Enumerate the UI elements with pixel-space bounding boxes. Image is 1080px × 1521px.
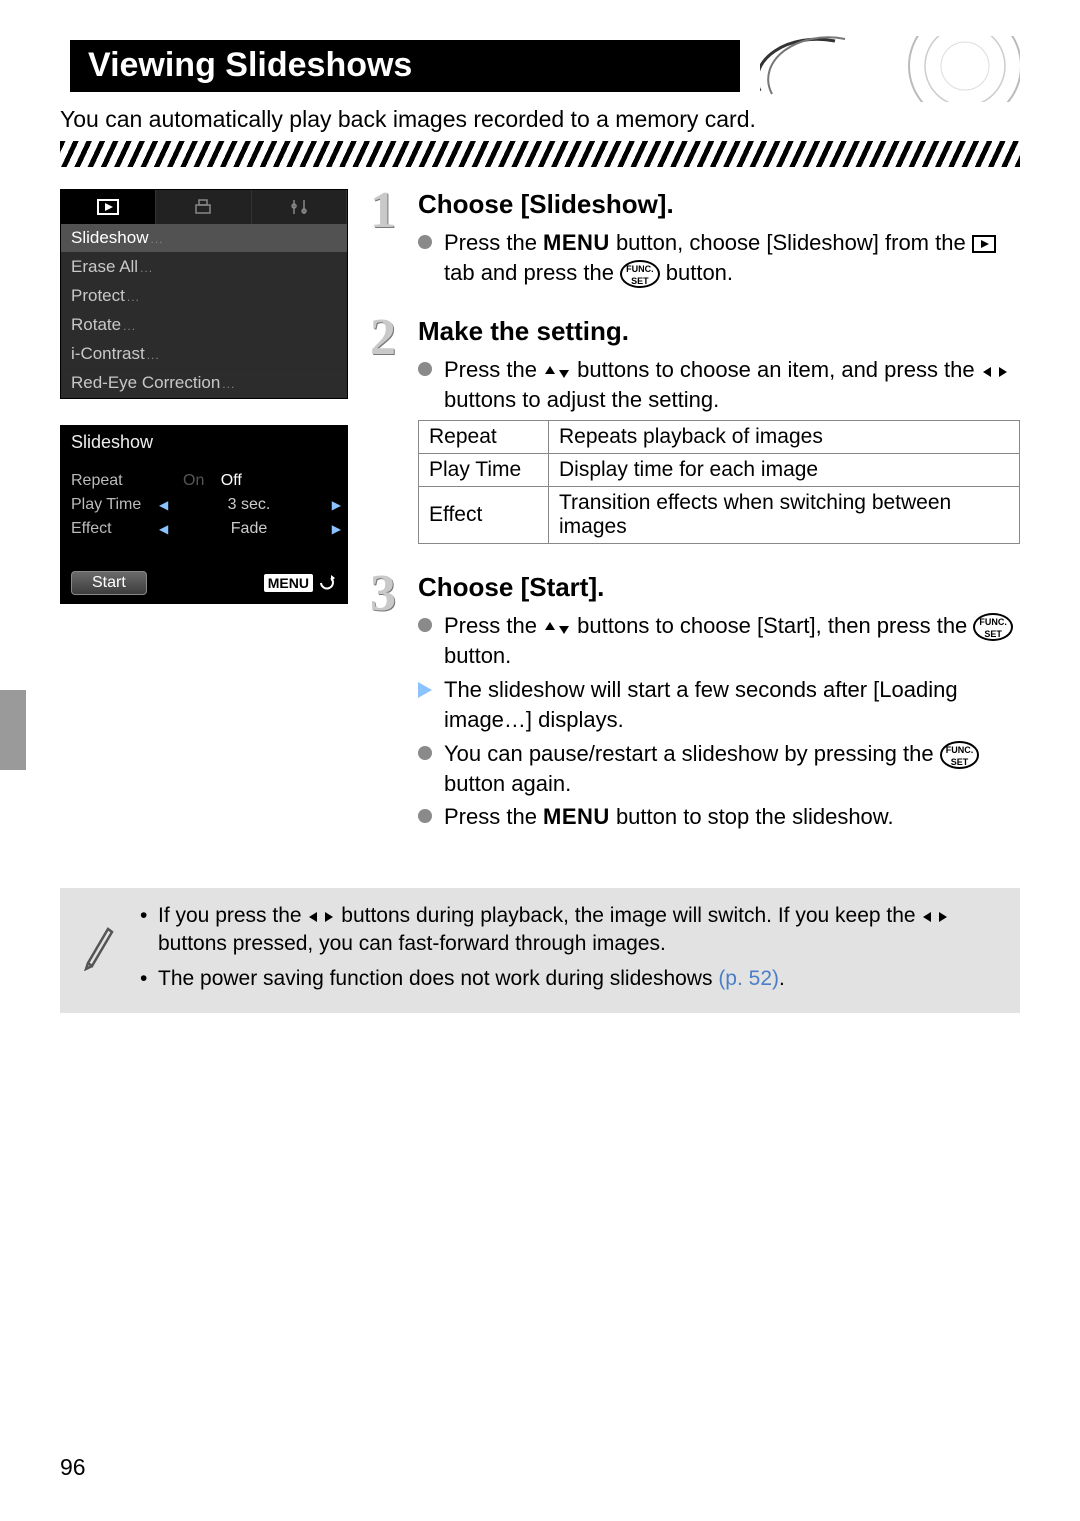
step-1: 1 Choose [Slideshow]. Press the MENU but… (370, 189, 1020, 288)
step-result: The slideshow will start a few seconds a… (418, 675, 1020, 734)
menu-word-icon: MENU (543, 804, 610, 829)
page-link[interactable]: (p. 52) (718, 967, 779, 990)
menu-item: Protect (61, 282, 347, 311)
step-number: 2 (370, 308, 396, 367)
setting-label: Effect (71, 520, 161, 538)
playback-icon (972, 235, 996, 253)
settings-table: RepeatRepeats playback of images Play Ti… (418, 420, 1020, 544)
page-number: 96 (60, 1454, 86, 1481)
divider-hatched (60, 141, 1020, 167)
setting-row-playtime: Play Time ◀ 3 sec. ▶ (61, 493, 347, 517)
step-2: 2 Make the setting. Press the buttons to… (370, 316, 1020, 544)
menu-item: i-Contrast (61, 340, 347, 369)
intro-text: You can automatically play back images r… (60, 106, 1020, 133)
setting-value: ◀ Fade (161, 520, 337, 538)
setting-row-effect: Effect ◀ Fade ▶ (61, 517, 347, 541)
menu-item: Red-Eye Correction (61, 369, 347, 398)
setting-value: On Off (161, 472, 337, 490)
step-text: Press the MENU button to stop the slides… (418, 802, 1020, 832)
step-text: You can pause/restart a slideshow by pre… (418, 739, 1020, 799)
playback-tab-icon (61, 190, 156, 224)
menu-back-icon: MENU (264, 574, 337, 592)
menu-word-icon: MENU (543, 230, 610, 255)
header-ornament-icon (760, 36, 1020, 102)
tools-tab-icon (252, 190, 347, 224)
step-text: Press the buttons to choose an item, and… (418, 355, 1020, 414)
left-right-icon (921, 909, 949, 925)
menu-item: Rotate (61, 311, 347, 340)
page-header: Viewing Slideshows (60, 40, 1020, 96)
step-title: Make the setting. (418, 316, 1020, 347)
menu-item-slideshow: Slideshow (61, 224, 347, 253)
up-down-icon (543, 620, 571, 636)
note-list: If you press the buttons during playback… (140, 902, 1002, 999)
step-text: Press the buttons to choose [Start], the… (418, 611, 1020, 671)
step-text: Press the MENU button, choose [Slideshow… (418, 228, 1020, 288)
lcd-slideshow-settings: Slideshow Repeat On Off Play Time ◀ 3 se… (60, 425, 348, 604)
step-3: 3 Choose [Start]. Press the buttons to c… (370, 572, 1020, 832)
note-item: If you press the buttons during playback… (140, 902, 1002, 959)
up-down-icon (543, 364, 571, 380)
step-number: 3 (370, 564, 396, 623)
func-set-icon: FUNC.SET (973, 613, 1013, 641)
print-tab-icon (156, 190, 251, 224)
page-title: Viewing Slideshows (70, 40, 740, 92)
left-right-icon (307, 909, 335, 925)
table-row: RepeatRepeats playback of images (419, 421, 1020, 454)
func-set-icon: FUNC.SET (620, 260, 660, 288)
lcd2-title: Slideshow (61, 426, 347, 459)
table-row: EffectTransition effects when switching … (419, 487, 1020, 544)
left-right-icon (981, 364, 1009, 380)
func-set-icon: FUNC.SET (940, 741, 980, 769)
note-item: The power saving function does not work … (140, 965, 1002, 993)
note-box: If you press the buttons during playback… (60, 888, 1020, 1013)
setting-label: Play Time (71, 496, 161, 514)
menu-item: Erase All (61, 253, 347, 282)
setting-value: ◀ 3 sec. (161, 496, 337, 514)
lcd-menu-screenshot: Slideshow Erase All Protect Rotate i-Con… (60, 189, 348, 399)
pencil-icon (78, 919, 118, 982)
step-number: 1 (370, 181, 396, 240)
setting-row-repeat: Repeat On Off (61, 469, 347, 493)
setting-label: Repeat (71, 472, 161, 490)
step-title: Choose [Slideshow]. (418, 189, 1020, 220)
step-title: Choose [Start]. (418, 572, 1020, 603)
start-button: Start (71, 571, 147, 595)
table-row: Play TimeDisplay time for each image (419, 454, 1020, 487)
